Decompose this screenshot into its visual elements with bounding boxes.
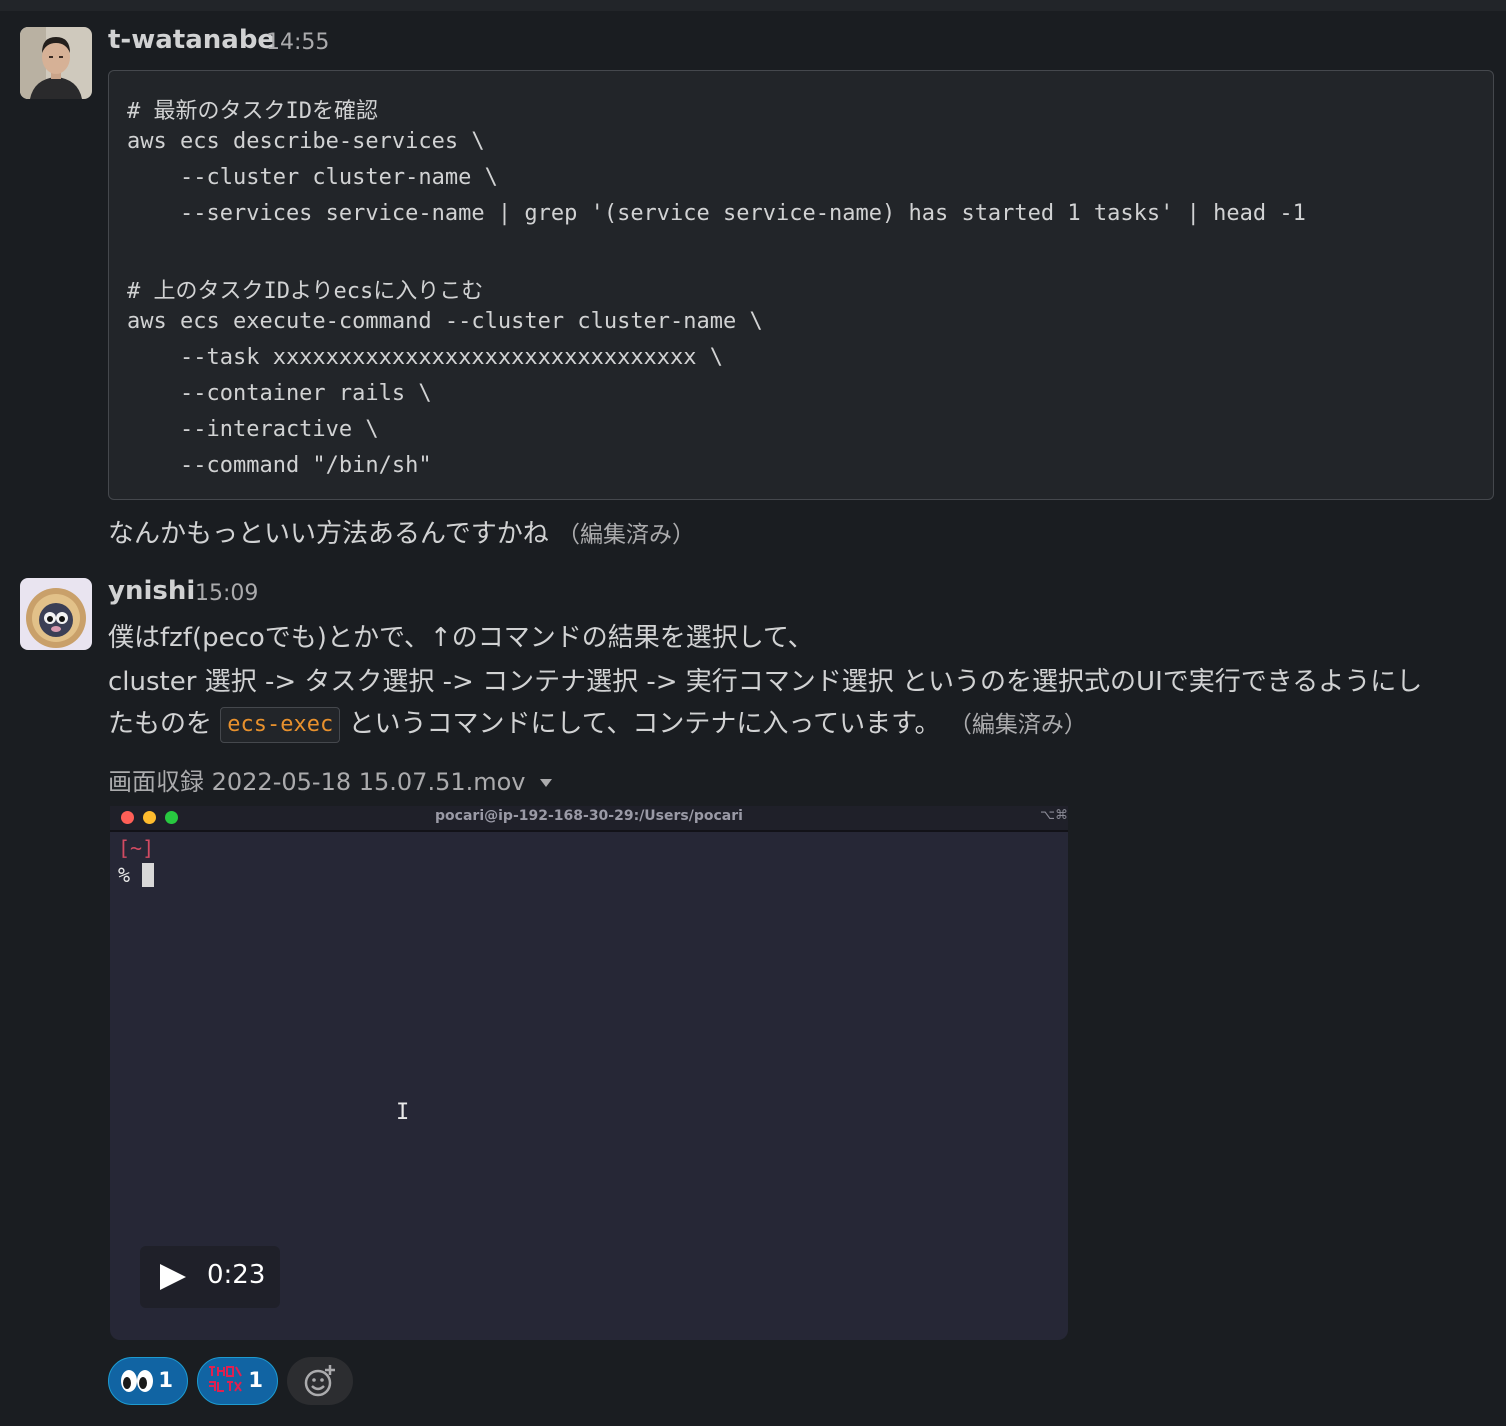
terminal-key-hint: ⌥⌘	[1040, 808, 1068, 823]
message-body: なんかもっといい方法あるんですかね	[108, 519, 549, 549]
terminal-cursor	[142, 863, 154, 887]
inline-code: ecs-exec	[220, 706, 341, 743]
edited-label: （編集済み）	[948, 712, 1087, 738]
text-cursor-icon: I	[396, 1100, 410, 1125]
avatar-illustration-icon	[20, 578, 92, 650]
code-line: # 最新のタスクIDを確認	[127, 99, 378, 124]
terminal-prompt-dir: [~]	[118, 836, 155, 860]
terminal-prompt-symbol: %	[118, 863, 131, 887]
reaction-count: 1	[158, 1368, 173, 1392]
terminal-titlebar: pocari@ip-192-168-30-29:/Users/pocari ⌥⌘	[110, 806, 1068, 832]
message-timestamp[interactable]: 14:55	[266, 30, 329, 55]
play-icon[interactable]	[160, 1264, 186, 1290]
message-text-line: 僕はfzf(pecoでも)とかで、↑のコマンドの結果を選択して、	[108, 623, 814, 653]
code-line: --services service-name | grep '(service…	[127, 201, 1306, 226]
top-divider	[0, 0, 1506, 11]
code-line: --container rails \	[127, 381, 432, 406]
avatar-t-watanabe[interactable]	[20, 27, 92, 99]
reaction-count: 1	[248, 1368, 263, 1392]
add-reaction-button[interactable]	[287, 1357, 353, 1405]
reaction-custom[interactable]: 1	[197, 1357, 278, 1405]
code-line: # 上のタスクIDよりecsに入りこむ	[127, 279, 484, 304]
code-line: --task xxxxxxxxxxxxxxxxxxxxxxxxxxxxxxxx …	[127, 345, 724, 370]
add-reaction-icon[interactable]	[302, 1363, 338, 1399]
chevron-down-icon[interactable]	[539, 779, 552, 787]
avatar-photo-icon	[20, 27, 92, 99]
eyes-emoji-icon	[121, 1370, 153, 1392]
message-text-segment: たものを	[108, 709, 213, 739]
avatar-ynishi[interactable]	[20, 578, 92, 650]
message-text-line: たものを ecs-exec というコマンドにして、コンテナに入っています。 （編…	[108, 703, 1087, 743]
code-line: aws ecs describe-services \	[127, 129, 485, 154]
code-line: aws ecs execute-command --cluster cluste…	[127, 309, 763, 334]
file-attachment-header[interactable]: 画面収録 2022-05-18 15.07.51.mov	[108, 762, 552, 797]
code-line: --interactive \	[127, 417, 379, 442]
message-text: なんかもっといい方法あるんですかね （編集済み）	[108, 513, 695, 550]
code-line: --command "/bin/sh"	[127, 453, 432, 478]
edited-label: （編集済み）	[556, 522, 695, 548]
video-duration: 0:23	[207, 1260, 266, 1290]
message-text-line: cluster 選択 -> タスク選択 -> コンテナ選択 -> 実行コマンド選…	[108, 667, 1423, 697]
terminal-title: pocari@ip-192-168-30-29:/Users/pocari	[435, 808, 743, 824]
file-name[interactable]: 画面収録 2022-05-18 15.07.51.mov	[108, 768, 526, 796]
video-player[interactable]: pocari@ip-192-168-30-29:/Users/pocari ⌥⌘…	[110, 806, 1068, 1340]
message-text-segment: というコマンドにして、コンテナに入っています。	[348, 709, 941, 739]
message-author[interactable]: t-watanabe	[108, 25, 275, 55]
message-timestamp[interactable]: 15:09	[195, 581, 258, 606]
reaction-eyes[interactable]: 1	[108, 1357, 188, 1405]
custom-red-text-emoji-icon	[209, 1366, 242, 1392]
code-line: --cluster cluster-name \	[127, 165, 498, 190]
code-block: # 最新のタスクIDを確認 aws ecs describe-services …	[108, 70, 1494, 500]
play-button[interactable]: 0:23	[140, 1246, 280, 1308]
message-author[interactable]: ynishi	[108, 576, 195, 606]
